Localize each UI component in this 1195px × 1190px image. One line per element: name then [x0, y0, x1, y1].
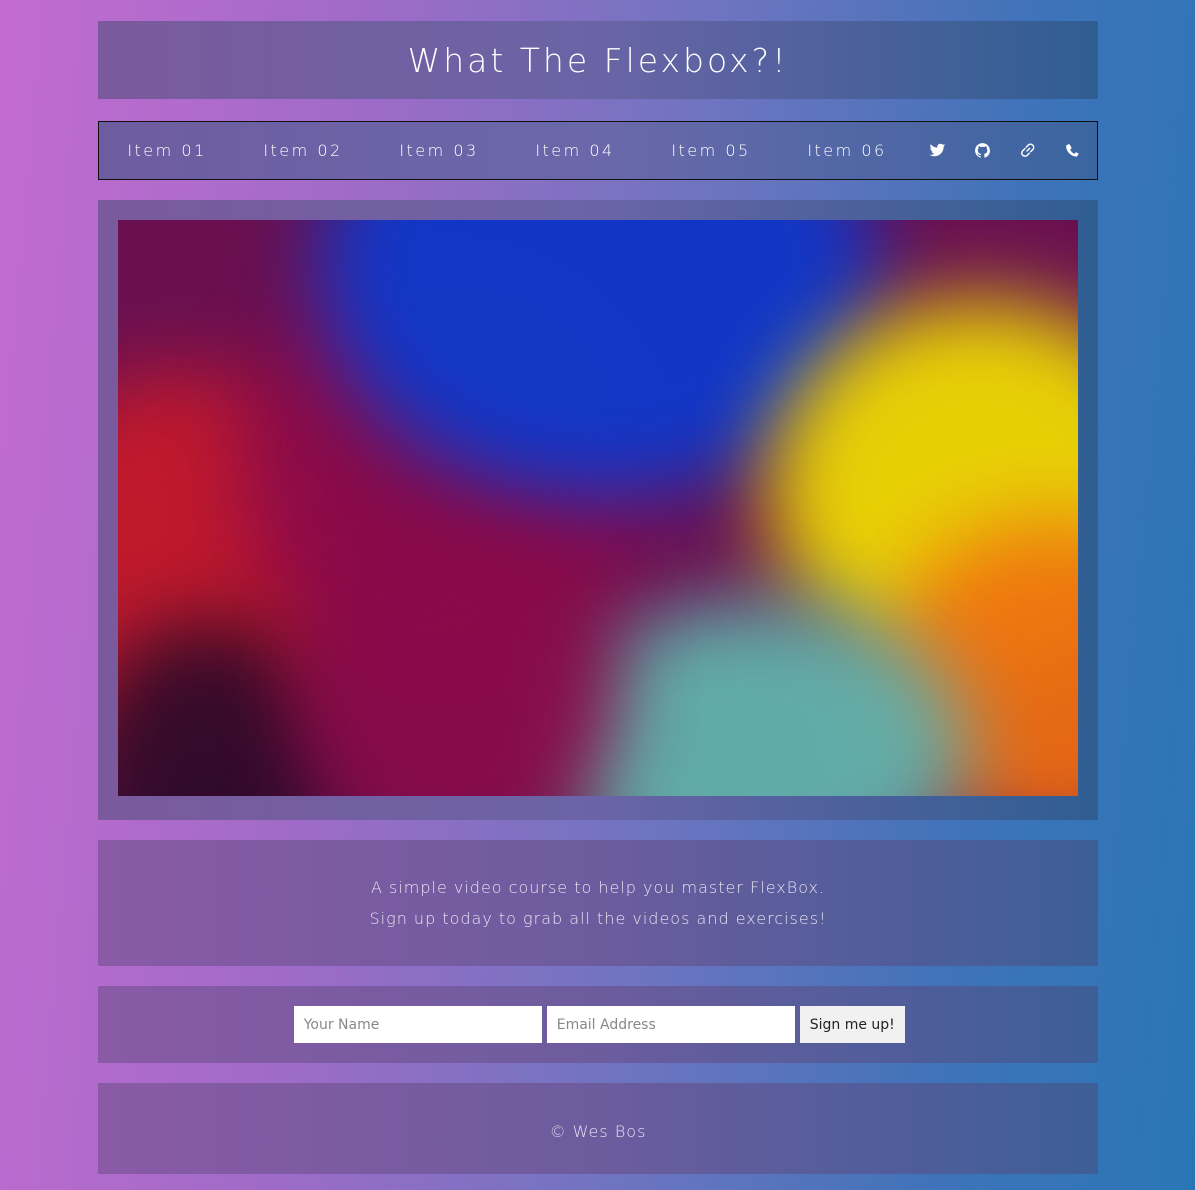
signup-form: Sign me up!: [98, 986, 1098, 1063]
site-header: What The Flexbox?!: [98, 21, 1098, 99]
hero-image: [118, 220, 1078, 796]
email-input[interactable]: [546, 1006, 795, 1043]
description-line-1: A simple video course to help you master…: [370, 878, 826, 897]
github-link[interactable]: [960, 136, 1005, 166]
page-wrapper: What The Flexbox?! Item 01 Item 02 Item …: [98, 21, 1098, 1174]
hero-section: [98, 200, 1098, 820]
nav-item-01[interactable]: Item 01: [99, 141, 235, 160]
name-input[interactable]: [293, 1006, 542, 1043]
phone-icon: [1066, 144, 1080, 157]
nav-item-02[interactable]: Item 02: [235, 141, 371, 160]
page-title: What The Flexbox?!: [407, 40, 789, 80]
main-nav: Item 01 Item 02 Item 03 Item 04 Item 05 …: [98, 121, 1098, 180]
phone-link[interactable]: [1050, 136, 1095, 166]
nav-items: Item 01 Item 02 Item 03 Item 04 Item 05 …: [99, 141, 915, 160]
nav-item-05[interactable]: Item 05: [643, 141, 779, 160]
description-section: A simple video course to help you master…: [98, 840, 1098, 966]
site-footer: © Wes Bos: [98, 1083, 1098, 1174]
link-icon: [1021, 143, 1035, 157]
footer-text: © Wes Bos: [549, 1121, 647, 1141]
github-icon: [975, 143, 991, 158]
nav-item-03[interactable]: Item 03: [371, 141, 507, 160]
social-links: [915, 136, 1107, 166]
nav-item-04[interactable]: Item 04: [507, 141, 643, 160]
signup-button[interactable]: Sign me up!: [799, 1006, 905, 1043]
twitter-link[interactable]: [915, 136, 960, 166]
link-link[interactable]: [1005, 136, 1050, 166]
twitter-icon: [929, 143, 946, 157]
description-line-2: Sign up today to grab all the videos and…: [369, 909, 827, 928]
nav-item-06[interactable]: Item 06: [779, 141, 915, 160]
